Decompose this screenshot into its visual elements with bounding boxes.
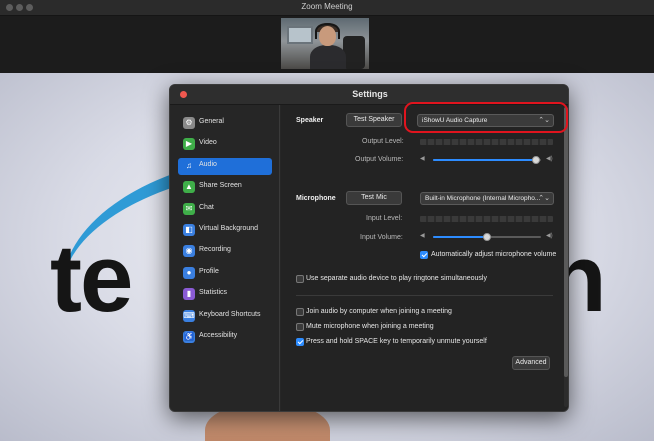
mute-on-join-label: Mute microphone when joining a meeting [306, 323, 434, 330]
space-to-unmute-label: Press and hold SPACE key to temporarily … [306, 338, 487, 345]
join-by-computer-label: Join audio by computer when joining a me… [306, 308, 452, 315]
sidebar-item-video[interactable]: ▶ Video [178, 136, 272, 153]
window-titlebar: Zoom Meeting [0, 0, 654, 16]
accessibility-icon: ♿ [183, 331, 195, 343]
output-volume-label: Output Volume: [355, 156, 404, 163]
settings-title: Settings [352, 89, 388, 99]
audio-settings-panel: Speaker Test Speaker iShowU Audio Captur… [281, 105, 568, 411]
virtual-background-icon: ◧ [183, 224, 195, 236]
output-level-label: Output Level: [362, 138, 404, 145]
mute-on-join-checkbox[interactable] [296, 323, 304, 331]
sidebar-item-profile[interactable]: ● Profile [178, 265, 272, 282]
advanced-button[interactable]: Advanced [512, 356, 550, 370]
recording-icon: ◉ [183, 245, 195, 258]
sidebar-item-label: Recording [199, 246, 231, 254]
sidebar-item-audio[interactable]: ♫ Audio [178, 157, 272, 175]
input-volume-label: Input Volume: [360, 234, 403, 241]
share-screen-icon: ▲ [183, 181, 195, 194]
microphone-device-select[interactable]: Built-in Microphone (Internal Micropho..… [420, 192, 554, 205]
sidebar-item-recording[interactable]: ◉ Recording [178, 243, 272, 260]
participant-video-thumbnail[interactable] [281, 18, 369, 69]
sidebar-item-keyboard-shortcuts[interactable]: ⌨ Keyboard Shortcuts [178, 308, 272, 325]
mic-volume-low-icon: ◀ [420, 233, 425, 239]
output-level-meter [420, 139, 553, 145]
settings-dialog: Settings ⚙ General ▶ Video ♫ Audio ▲ Share Scre… [169, 84, 569, 412]
sidebar-item-label: General [199, 118, 224, 125]
zoom-meeting-window: Zoom Meeting te n Settings ⚙ General ▶ Vide… [0, 0, 654, 441]
video-thumbnail-strip [0, 16, 654, 73]
sidebar-item-label: Video [199, 139, 217, 147]
input-level-meter [420, 216, 553, 222]
video-icon: ▶ [183, 138, 195, 151]
test-speaker-button[interactable]: Test Speaker [346, 113, 402, 127]
space-to-unmute-checkbox[interactable] [296, 338, 304, 346]
sidebar-item-label: Chat [199, 203, 214, 211]
input-level-label: Input Level: [366, 215, 403, 222]
sidebar-item-statistics[interactable]: ▮ Statistics [178, 286, 272, 303]
settings-sidebar: ⚙ General ▶ Video ♫ Audio ▲ Share Screen ✉ Chat ◧ V… [170, 105, 280, 411]
sidebar-item-label: Keyboard Shortcuts [199, 310, 261, 318]
window-title: Zoom Meeting [301, 2, 353, 11]
headphones-icon: ♫ [183, 159, 195, 172]
keyboard-icon: ⌨ [183, 309, 195, 322]
scrollbar-thumb[interactable] [564, 107, 568, 377]
chat-icon: ✉ [183, 202, 195, 215]
sidebar-item-accessibility[interactable]: ♿ Accessibility [178, 329, 272, 346]
output-volume-slider-knob[interactable] [531, 156, 540, 164]
sidebar-item-virtual-background[interactable]: ◧ Virtual Background [178, 222, 272, 239]
sidebar-item-label: Profile [199, 267, 219, 275]
auto-adjust-checkbox[interactable] [420, 251, 428, 259]
sidebar-item-chat[interactable]: ✉ Chat [178, 201, 272, 218]
statistics-icon: ▮ [183, 288, 195, 301]
sidebar-item-general[interactable]: ⚙ General [178, 115, 272, 132]
join-by-computer-checkbox[interactable] [296, 308, 304, 316]
volume-low-icon: ◀ [420, 156, 425, 162]
speaker-section-label: Speaker [296, 117, 324, 124]
profile-icon: ● [183, 266, 195, 279]
chevron-updown-icon: ⌃⌄ [538, 195, 550, 202]
microphone-section-label: Microphone [296, 195, 336, 202]
sidebar-item-label: Share Screen [199, 182, 242, 190]
sidebar-item-label: Accessibility [199, 332, 238, 339]
sidebar-item-label: Audio [199, 160, 217, 168]
settings-scrollbar[interactable] [564, 107, 568, 407]
microphone-device-value: Built-in Microphone (Internal Micropho..… [425, 195, 541, 202]
annotation-highlight-ring [404, 102, 568, 133]
sidebar-item-label: Statistics [199, 289, 228, 297]
mic-volume-high-icon: ◀) [546, 233, 553, 239]
volume-high-icon: ◀) [546, 156, 553, 162]
background-logo-left: te [50, 225, 133, 332]
test-mic-button[interactable]: Test Mic [346, 191, 402, 205]
sidebar-item-share-screen[interactable]: ▲ Share Screen [178, 179, 272, 196]
separate-device-checkbox[interactable] [296, 275, 304, 283]
sidebar-item-label: Virtual Background [199, 225, 259, 232]
input-volume-slider[interactable] [433, 233, 541, 241]
section-divider [296, 295, 553, 296]
input-volume-slider-knob[interactable] [483, 233, 491, 241]
output-volume-slider[interactable] [433, 156, 541, 164]
gear-icon: ⚙ [183, 117, 195, 129]
auto-adjust-label: Automatically adjust microphone volume [431, 251, 557, 258]
separate-device-label: Use separate audio device to play ringto… [306, 275, 487, 282]
